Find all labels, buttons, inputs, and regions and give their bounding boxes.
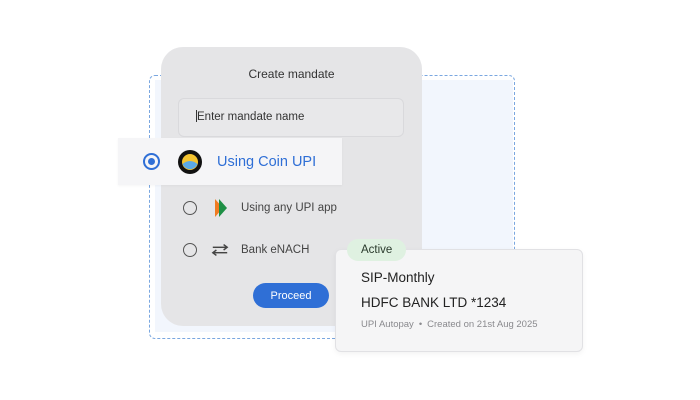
option-label: Using any UPI app [241, 202, 337, 214]
option-label: Using Coin UPI [217, 153, 317, 170]
mandate-summary-card: SIP-Monthly HDFC BANK LTD *1234 UPI Auto… [335, 249, 583, 352]
created-date: Created on 21st Aug 2025 [427, 319, 538, 330]
payment-method: UPI Autopay [361, 319, 414, 330]
plan-name: SIP-Monthly [361, 270, 435, 285]
option-coin-upi[interactable]: Using Coin UPI [118, 138, 342, 185]
radio-coin-upi-selected[interactable] [143, 153, 160, 170]
upi-logo-icon [211, 199, 229, 217]
mandate-name-placeholder: Enter mandate name [197, 111, 305, 123]
bank-name: HDFC BANK LTD *1234 [361, 295, 507, 310]
radio-any-upi-app[interactable] [183, 201, 197, 215]
radio-bank-enach[interactable] [183, 243, 197, 257]
radio-dot [148, 158, 155, 165]
proceed-button[interactable]: Proceed [253, 283, 329, 308]
transfer-arrows-icon [211, 241, 229, 259]
mandate-meta: UPI Autopay • Created on 21st Aug 2025 [361, 319, 538, 330]
option-label: Bank eNACH [241, 244, 310, 256]
mandate-name-input[interactable]: Enter mandate name [178, 98, 404, 137]
status-badge: Active [347, 239, 407, 261]
meta-separator: • [418, 319, 423, 330]
coin-logo-icon [178, 149, 202, 174]
option-any-upi-app[interactable]: Using any UPI app [183, 196, 337, 220]
option-bank-enach[interactable]: Bank eNACH [183, 238, 309, 262]
panel-title: Create mandate [248, 67, 335, 81]
